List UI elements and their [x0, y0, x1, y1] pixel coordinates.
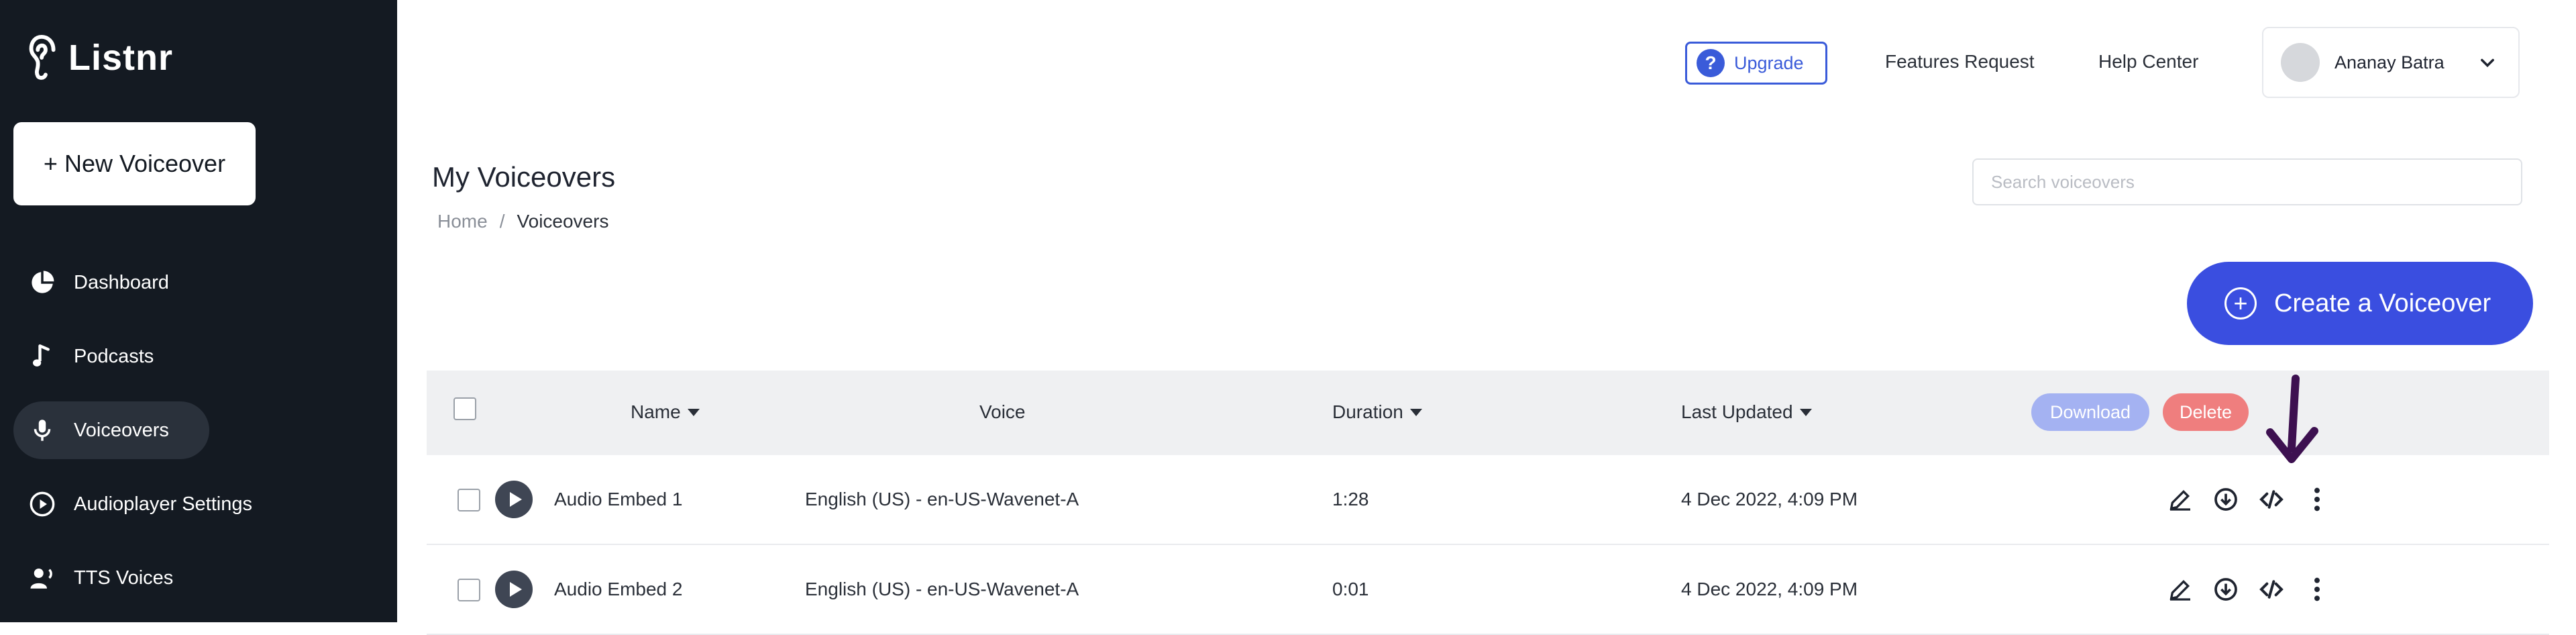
- breadcrumb-home[interactable]: Home: [437, 211, 488, 232]
- column-duration-label: Duration: [1332, 401, 1403, 422]
- sort-caret-icon: [1799, 408, 1812, 416]
- user-menu[interactable]: Ananay Batra: [2262, 27, 2520, 98]
- music-note-icon: [27, 341, 58, 372]
- row-last-updated: 4 Dec 2022, 4:09 PM: [1681, 579, 1858, 599]
- sidebar-item-dashboard[interactable]: Dashboard: [13, 254, 384, 311]
- pie-chart-icon: [27, 267, 58, 298]
- breadcrumb-separator: /: [499, 211, 505, 232]
- sidebar: Listnr + New Voiceover Dashboard Podcast…: [0, 0, 397, 622]
- column-name-label: Name: [631, 401, 681, 422]
- more-options-icon[interactable]: [2302, 572, 2332, 607]
- row-name: Audio Embed 1: [554, 489, 683, 509]
- column-voice-label: Voice: [979, 401, 1026, 422]
- sort-caret-icon: [1409, 408, 1422, 416]
- row-checkbox[interactable]: [458, 579, 480, 601]
- user-name: Ananay Batra: [2334, 52, 2445, 72]
- page-title: My Voiceovers: [432, 161, 616, 193]
- row-actions: [2165, 482, 2332, 517]
- embed-code-icon[interactable]: [2257, 482, 2286, 517]
- download-icon[interactable]: [2211, 572, 2241, 607]
- row-checkbox[interactable]: [458, 489, 480, 511]
- table-row: Audio Embed 1 English (US) - en-US-Waven…: [427, 455, 2549, 545]
- ear-logo-icon: [29, 34, 56, 80]
- table-row: Audio Embed 2 English (US) - en-US-Waven…: [427, 545, 2549, 635]
- column-last-updated-label: Last Updated: [1681, 401, 1793, 422]
- play-button[interactable]: [495, 481, 533, 518]
- chevron-down-icon: [2480, 58, 2494, 68]
- column-name[interactable]: Name: [631, 401, 700, 423]
- play-circle-icon: [27, 489, 58, 520]
- sort-caret-icon: [687, 408, 700, 416]
- row-voice: English (US) - en-US-Wavenet-A: [805, 579, 1079, 599]
- create-voiceover-label: Create a Voiceover: [2274, 289, 2491, 318]
- row-actions: [2165, 572, 2332, 607]
- microphone-icon: [27, 415, 58, 446]
- column-duration[interactable]: Duration: [1332, 401, 1422, 423]
- sidebar-item-audioplayer-settings[interactable]: Audioplayer Settings: [13, 475, 384, 533]
- upgrade-label: Upgrade: [1734, 52, 1804, 73]
- features-request-link[interactable]: Features Request: [1885, 51, 2035, 72]
- column-voice: Voice: [979, 401, 1026, 423]
- column-last-updated[interactable]: Last Updated: [1681, 401, 1812, 423]
- sidebar-item-label: Voiceovers: [74, 419, 169, 441]
- edit-icon[interactable]: [2165, 482, 2195, 517]
- question-icon: ?: [1697, 49, 1725, 77]
- edit-icon[interactable]: [2165, 572, 2195, 607]
- upgrade-button[interactable]: ? Upgrade: [1685, 42, 1827, 85]
- row-name: Audio Embed 2: [554, 579, 683, 599]
- delete-button[interactable]: Delete: [2163, 393, 2249, 431]
- table-header: Name Voice Duration Last Updated Downloa…: [427, 371, 2549, 455]
- download-button[interactable]: Download: [2031, 393, 2149, 431]
- sidebar-item-label: Audioplayer Settings: [74, 493, 252, 515]
- embed-code-icon[interactable]: [2257, 572, 2286, 607]
- help-center-link[interactable]: Help Center: [2098, 51, 2198, 72]
- create-voiceover-button[interactable]: + Create a Voiceover: [2187, 262, 2533, 345]
- breadcrumb: Home / Voiceovers: [437, 211, 608, 232]
- row-last-updated: 4 Dec 2022, 4:09 PM: [1681, 489, 1858, 509]
- sidebar-item-tts-voices[interactable]: TTS Voices: [13, 549, 384, 607]
- sidebar-item-podcasts[interactable]: Podcasts: [13, 328, 384, 385]
- listnr-logo[interactable]: Listnr: [27, 31, 173, 85]
- logo-text: Listnr: [68, 38, 174, 78]
- play-button[interactable]: [495, 571, 533, 608]
- sidebar-nav: Dashboard Podcasts Voiceovers Audioplaye…: [13, 254, 384, 623]
- download-icon[interactable]: [2211, 482, 2241, 517]
- new-voiceover-button[interactable]: + New Voiceover: [13, 122, 256, 205]
- search-input[interactable]: [1972, 158, 2522, 205]
- row-voice: English (US) - en-US-Wavenet-A: [805, 489, 1079, 509]
- sidebar-item-label: TTS Voices: [74, 567, 174, 589]
- breadcrumb-current: Voiceovers: [517, 211, 609, 232]
- annotation-arrow-icon: [2266, 375, 2318, 463]
- sidebar-item-label: Dashboard: [74, 271, 169, 293]
- sidebar-item-voiceovers[interactable]: Voiceovers: [13, 401, 209, 459]
- plus-icon: +: [2224, 287, 2257, 320]
- select-all-checkbox[interactable]: [453, 397, 476, 420]
- avatar: [2281, 43, 2320, 82]
- voice-user-icon: [27, 563, 58, 593]
- more-options-icon[interactable]: [2302, 482, 2332, 517]
- row-duration: 0:01: [1332, 579, 1369, 599]
- sidebar-item-label: Podcasts: [74, 345, 154, 367]
- row-duration: 1:28: [1332, 489, 1369, 509]
